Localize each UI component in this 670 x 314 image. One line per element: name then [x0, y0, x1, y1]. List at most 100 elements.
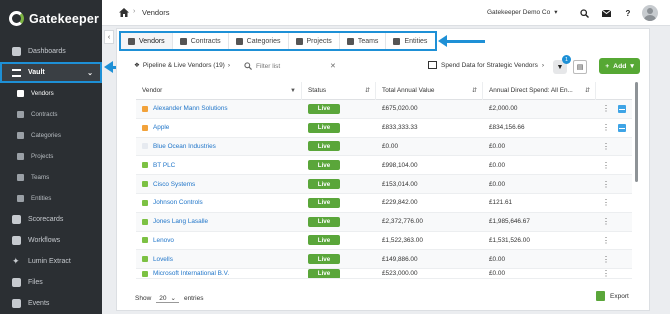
sidebar: Gatekeeper Dashboards Vault ⌄ Vendors Co…	[0, 0, 102, 314]
total-annual-value-cell: £153,014.00	[382, 180, 418, 188]
status-badge: Live	[308, 103, 340, 114]
more-options-icon[interactable]: ⋮	[602, 198, 610, 207]
table-row[interactable]: Jones Lang Lasalle Live £2,372,776.00 £1,98…	[136, 212, 632, 232]
pipeline-label: Pipeline & Live Vendors (19)	[142, 61, 225, 69]
home-icon[interactable]	[119, 8, 129, 17]
status-cell: Live	[302, 232, 376, 250]
more-options-icon[interactable]: ⋮	[602, 142, 610, 151]
vendor-link[interactable]: Microsoft International B.V.	[153, 270, 229, 277]
table-row[interactable]: Apple Live £833,333.33 £834,156.66 ⋮	[136, 119, 632, 138]
more-options-icon[interactable]: ⋮	[602, 161, 610, 170]
tab-projects[interactable]: Projects	[289, 33, 340, 49]
company-selector[interactable]: Gatekeeper Demo Co ▾	[487, 8, 558, 17]
avatar[interactable]	[642, 5, 658, 21]
sidebar-subitem-label: Contracts	[31, 111, 58, 118]
row-actions-cell: ⋮	[596, 232, 632, 250]
tab-categories[interactable]: Categories	[229, 33, 289, 49]
table-row[interactable]: Microsoft International B.V. Live £523,000…	[136, 269, 632, 280]
vendor-link[interactable]: Alexander Mann Solutions	[153, 105, 228, 112]
sidebar-item-vault[interactable]: Vault ⌄	[0, 62, 102, 83]
note-icon[interactable]	[618, 104, 626, 113]
sidebar-subitem-vendors[interactable]: Vendors	[0, 83, 102, 104]
table-row[interactable]: Alexander Mann Solutions Live £675,020.00 £…	[136, 100, 632, 119]
collapse-sidebar-button[interactable]: ‹	[104, 30, 114, 44]
sidebar-item-events[interactable]: Events	[0, 293, 102, 314]
teams-icon	[17, 174, 24, 181]
messages-button[interactable]	[598, 5, 614, 21]
total-annual-value-cell: £523,000.00	[382, 270, 418, 278]
column-header-total-annual-value[interactable]: Total Annual Value ⇵	[376, 81, 483, 100]
vendor-link[interactable]: Johnson Controls	[153, 199, 203, 206]
column-header-annual-direct-spend[interactable]: Annual Direct Spend: All En... ⇵	[483, 81, 596, 100]
vendor-link[interactable]: Apple	[153, 124, 169, 131]
more-options-icon[interactable]: ⋮	[602, 104, 610, 113]
pipeline-icon: ❖	[134, 62, 140, 69]
filter-input[interactable]	[256, 62, 326, 70]
more-options-icon[interactable]: ⋮	[602, 255, 610, 264]
spend-data-icon	[428, 61, 437, 69]
more-options-icon[interactable]: ⋮	[602, 236, 610, 245]
search-button[interactable]	[576, 5, 592, 21]
vendor-link[interactable]: Blue Ocean Industries	[153, 143, 216, 150]
total-annual-value-cell: £998,104.00	[382, 161, 418, 169]
tab-vendors[interactable]: Vendors	[121, 33, 173, 49]
vendor-color-swatch	[142, 105, 148, 112]
sidebar-subitem-contracts[interactable]: Contracts	[0, 104, 102, 125]
row-actions-cell: ⋮	[596, 175, 632, 193]
brand-logo[interactable]: Gatekeeper	[9, 11, 99, 26]
pipeline-selector[interactable]: ❖ Pipeline & Live Vendors (19) ›	[134, 61, 230, 70]
sidebar-item-dashboards[interactable]: Dashboards	[0, 41, 102, 62]
clear-filter-icon[interactable]: ✕	[330, 62, 336, 70]
vendor-link[interactable]: Jones Lang Lasalle	[153, 218, 208, 225]
status-badge: Live	[308, 216, 340, 227]
sidebar-item-files[interactable]: Files	[0, 272, 102, 293]
row-actions-cell: ⋮	[596, 138, 632, 156]
more-options-icon[interactable]: ⋮	[602, 269, 610, 278]
vendor-link[interactable]: Lovells	[153, 256, 173, 263]
column-header-vendor[interactable]: Vendor ▼	[136, 81, 302, 100]
table-scrollbar[interactable]	[635, 82, 638, 182]
table-row[interactable]: Johnson Controls Live £229,842.00 £121.61 ⋮	[136, 194, 632, 213]
table-row[interactable]: Lovells Live £149,886.00 £0.00 ⋮	[136, 250, 632, 270]
sidebar-item-workflows[interactable]: Workflows	[0, 230, 102, 251]
help-button[interactable]: ?	[620, 5, 636, 21]
sort-icon: ⇵	[364, 88, 370, 94]
more-options-icon[interactable]: ⋮	[602, 123, 610, 132]
add-button[interactable]: + Add ▾	[599, 58, 640, 74]
vendor-link[interactable]: Lenovo	[153, 237, 174, 244]
vendor-link[interactable]: BT PLC	[153, 162, 175, 169]
sidebar-item-label: Files	[28, 279, 43, 286]
column-settings-button[interactable]: ▤	[573, 60, 587, 74]
status-cell: Live	[302, 213, 376, 231]
table-row[interactable]: Blue Ocean Industries Live £0.00 £0.00 ⋮	[136, 137, 632, 157]
table-row[interactable]: BT PLC Live £998,104.00 £0.00 ⋮	[136, 156, 632, 176]
sidebar-subitem-teams[interactable]: Teams	[0, 167, 102, 188]
sidebar-subitem-categories[interactable]: Categories	[0, 125, 102, 146]
help-icon: ?	[625, 8, 631, 18]
categories-icon	[17, 132, 24, 139]
status-badge: Live	[308, 160, 340, 171]
spend-data-selector[interactable]: Spend Data for Strategic Vendors ›	[428, 61, 544, 69]
table-row[interactable]: Lenovo Live £1,522,363.00 £1,531,526.00 ⋮	[136, 232, 632, 251]
sidebar-item-scorecards[interactable]: Scorecards	[0, 209, 102, 230]
table-row[interactable]: Cisco Systems Live £153,014.00 £0.00 ⋮	[136, 175, 632, 194]
sidebar-item-lumin-extract[interactable]: ✦ Lumin Extract	[0, 251, 102, 272]
column-header-status[interactable]: Status ⇵	[302, 81, 376, 100]
chevron-down-icon: ⌄	[170, 295, 176, 302]
status-cell: Live	[302, 119, 376, 137]
page-size-select[interactable]: 20 ⌄	[156, 294, 179, 303]
annual-direct-spend-cell: £1,985,646.67	[489, 218, 530, 226]
mail-icon	[601, 9, 611, 17]
more-options-icon[interactable]: ⋮	[602, 180, 610, 189]
export-button[interactable]: Export	[596, 291, 629, 301]
sidebar-subitem-entities[interactable]: Entities	[0, 188, 102, 209]
vendor-link[interactable]: Cisco Systems	[153, 181, 195, 188]
sidebar-subitem-projects[interactable]: Projects	[0, 146, 102, 167]
row-actions-cell: ⋮	[596, 156, 632, 174]
tab-entities[interactable]: Entities	[386, 33, 434, 49]
tab-contracts[interactable]: Contracts	[173, 33, 229, 49]
note-icon[interactable]	[618, 123, 626, 132]
tab-teams[interactable]: Teams	[340, 33, 387, 49]
status-badge: Live	[308, 254, 340, 265]
more-options-icon[interactable]: ⋮	[602, 217, 610, 226]
